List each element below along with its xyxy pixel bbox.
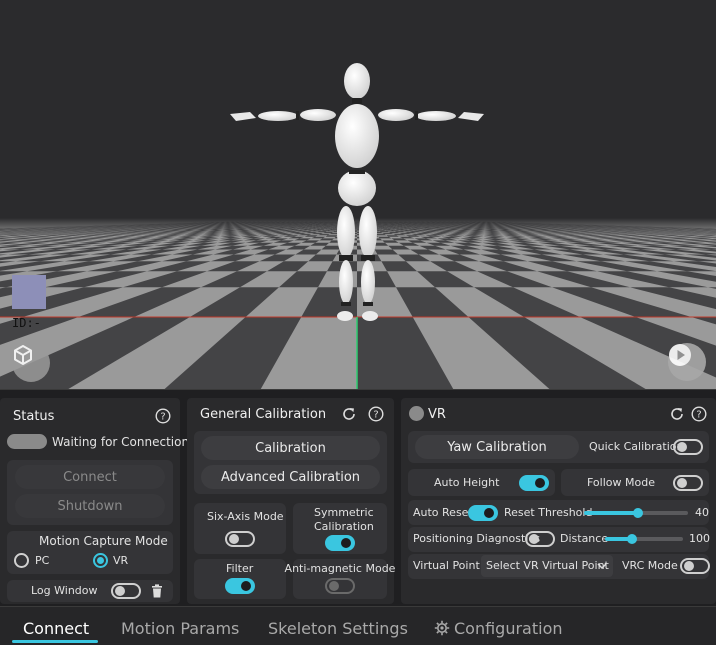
auto-reset-card: Auto Reset Reset Threshold 40 <box>408 500 709 525</box>
follow-mode-label: Follow Mode <box>587 476 655 489</box>
six-axis-toggle[interactable] <box>225 531 255 547</box>
log-window-label: Log Window <box>31 584 98 597</box>
reset-threshold-label: Reset Threshold <box>504 506 593 519</box>
checker-floor <box>0 218 716 389</box>
follow-mode-card: Follow Mode <box>561 469 709 496</box>
svg-text:?: ? <box>373 410 378 421</box>
viewport-3d[interactable]: ID:- <box>0 0 716 390</box>
vr-title: VR <box>428 407 446 422</box>
quick-calibration-toggle[interactable] <box>673 439 703 455</box>
filter-card: Filter <box>194 559 286 599</box>
mode-label-vr: VR <box>113 554 129 567</box>
play-button[interactable] <box>668 343 706 381</box>
vr-refresh-button[interactable] <box>669 406 685 422</box>
mode-radio-vr[interactable] <box>93 553 108 568</box>
symmetric-calibration-toggle[interactable] <box>325 535 355 551</box>
quick-calibration-label: Quick Calibration <box>589 440 684 453</box>
auto-reset-toggle[interactable] <box>468 505 498 521</box>
help-icon: ? <box>691 406 707 422</box>
symmetric-label-line1: Symmetric <box>314 506 374 519</box>
vrc-mode-toggle[interactable] <box>680 558 710 574</box>
filter-label: Filter <box>226 562 254 575</box>
calibration-panel: General Calibration ? Calibration Advanc… <box>187 398 395 604</box>
status-title: Status <box>13 409 55 424</box>
refresh-icon <box>343 408 355 420</box>
connect-card: Connect Shutdown <box>7 460 173 525</box>
connection-indicator <box>7 434 47 449</box>
cube-icon <box>14 345 32 365</box>
status-panel: Status ? Waiting for Connection Connect … <box>0 398 189 604</box>
anti-magnetic-label: Anti-magnetic Mode <box>284 562 396 575</box>
six-axis-card: Six-Axis Mode <box>194 503 286 554</box>
tab-connect[interactable]: Connect <box>23 619 89 638</box>
tracker-id-label: ID:- <box>12 316 41 330</box>
distance-label: Distance <box>560 532 609 545</box>
log-window-card: Log Window <box>7 580 173 602</box>
six-axis-label: Six-Axis Mode <box>207 510 284 523</box>
symmetric-card: Symmetric Calibration <box>293 503 387 554</box>
virtual-point-card: Virtual Point Select VR Virtual Point VR… <box>408 554 710 579</box>
vrc-mode-label: VRC Mode <box>622 559 678 572</box>
anti-magnetic-card: Anti-magnetic Mode <box>285 559 395 599</box>
shutdown-button[interactable]: Shutdown <box>15 494 165 518</box>
yaw-card: Yaw Calibration Quick Calibration <box>408 431 709 463</box>
tab-motion-params[interactable]: Motion Params <box>121 619 239 638</box>
connect-button[interactable]: Connect <box>15 465 165 489</box>
distance-value: 100 <box>689 532 710 545</box>
calibration-refresh-button[interactable] <box>341 406 357 422</box>
auto-reset-label: Auto Reset <box>413 506 473 519</box>
status-help-button[interactable]: ? <box>155 408 171 424</box>
help-icon: ? <box>368 406 384 422</box>
calibration-buttons-card: Calibration Advanced Calibration <box>194 431 387 494</box>
auto-height-card: Auto Height <box>408 469 555 496</box>
filter-toggle[interactable] <box>225 578 255 594</box>
tab-configuration[interactable]: Configuration <box>454 619 563 638</box>
virtual-point-label: Virtual Point <box>413 559 480 572</box>
tab-skeleton-settings[interactable]: Skeleton Settings <box>268 619 408 638</box>
calibration-button[interactable]: Calibration <box>201 436 380 460</box>
auto-height-toggle[interactable] <box>519 475 549 491</box>
bottom-tab-bar: Connect Motion Params Skeleton Settings … <box>0 606 716 645</box>
chevron-down-icon <box>597 563 607 570</box>
yaw-calibration-button[interactable]: Yaw Calibration <box>415 435 579 459</box>
clear-log-button[interactable] <box>149 583 165 599</box>
play-icon <box>669 344 691 366</box>
follow-mode-toggle[interactable] <box>673 475 703 491</box>
mode-label-pc: PC <box>35 554 50 567</box>
gear-icon <box>434 620 450 636</box>
symmetric-label-line2: Calibration <box>314 520 374 533</box>
vr-help-button[interactable]: ? <box>691 406 707 422</box>
calibration-help-button[interactable]: ? <box>368 406 384 422</box>
positioning-toggle[interactable] <box>525 531 555 547</box>
mode-radio-pc[interactable] <box>14 553 29 568</box>
scene-canvas <box>0 0 716 389</box>
svg-text:?: ? <box>160 412 165 423</box>
reset-threshold-slider[interactable] <box>584 508 688 518</box>
distance-slider[interactable] <box>605 534 683 544</box>
virtual-point-select-value: Select VR Virtual Point <box>486 559 609 572</box>
virtual-point-select[interactable]: Select VR Virtual Point <box>481 555 613 577</box>
view-cube-button[interactable] <box>12 344 50 382</box>
trash-icon <box>152 584 162 598</box>
mode-card: Motion Capture Mode PC VR <box>7 531 173 574</box>
svg-text:?: ? <box>696 410 701 421</box>
positioning-label: Positioning Diagnostics <box>413 532 541 545</box>
reset-threshold-value: 40 <box>695 506 709 519</box>
mode-title: Motion Capture Mode <box>39 534 168 548</box>
advanced-calibration-button[interactable]: Advanced Calibration <box>201 465 380 489</box>
vr-panel: VR ? Yaw Calibration Quick Calibration A… <box>401 398 716 604</box>
connection-status: Waiting for Connection <box>52 435 190 449</box>
vr-status-dot <box>409 406 424 421</box>
tracker-color-swatch <box>12 275 46 309</box>
auto-height-label: Auto Height <box>434 476 500 489</box>
positioning-card: Positioning Diagnostics Distance 100 <box>408 527 710 552</box>
calibration-title: General Calibration <box>200 407 327 422</box>
anti-magnetic-toggle[interactable] <box>325 578 355 594</box>
log-window-toggle[interactable] <box>111 583 141 599</box>
active-tab-indicator <box>12 640 98 643</box>
refresh-icon <box>671 408 683 420</box>
help-icon: ? <box>155 408 171 424</box>
